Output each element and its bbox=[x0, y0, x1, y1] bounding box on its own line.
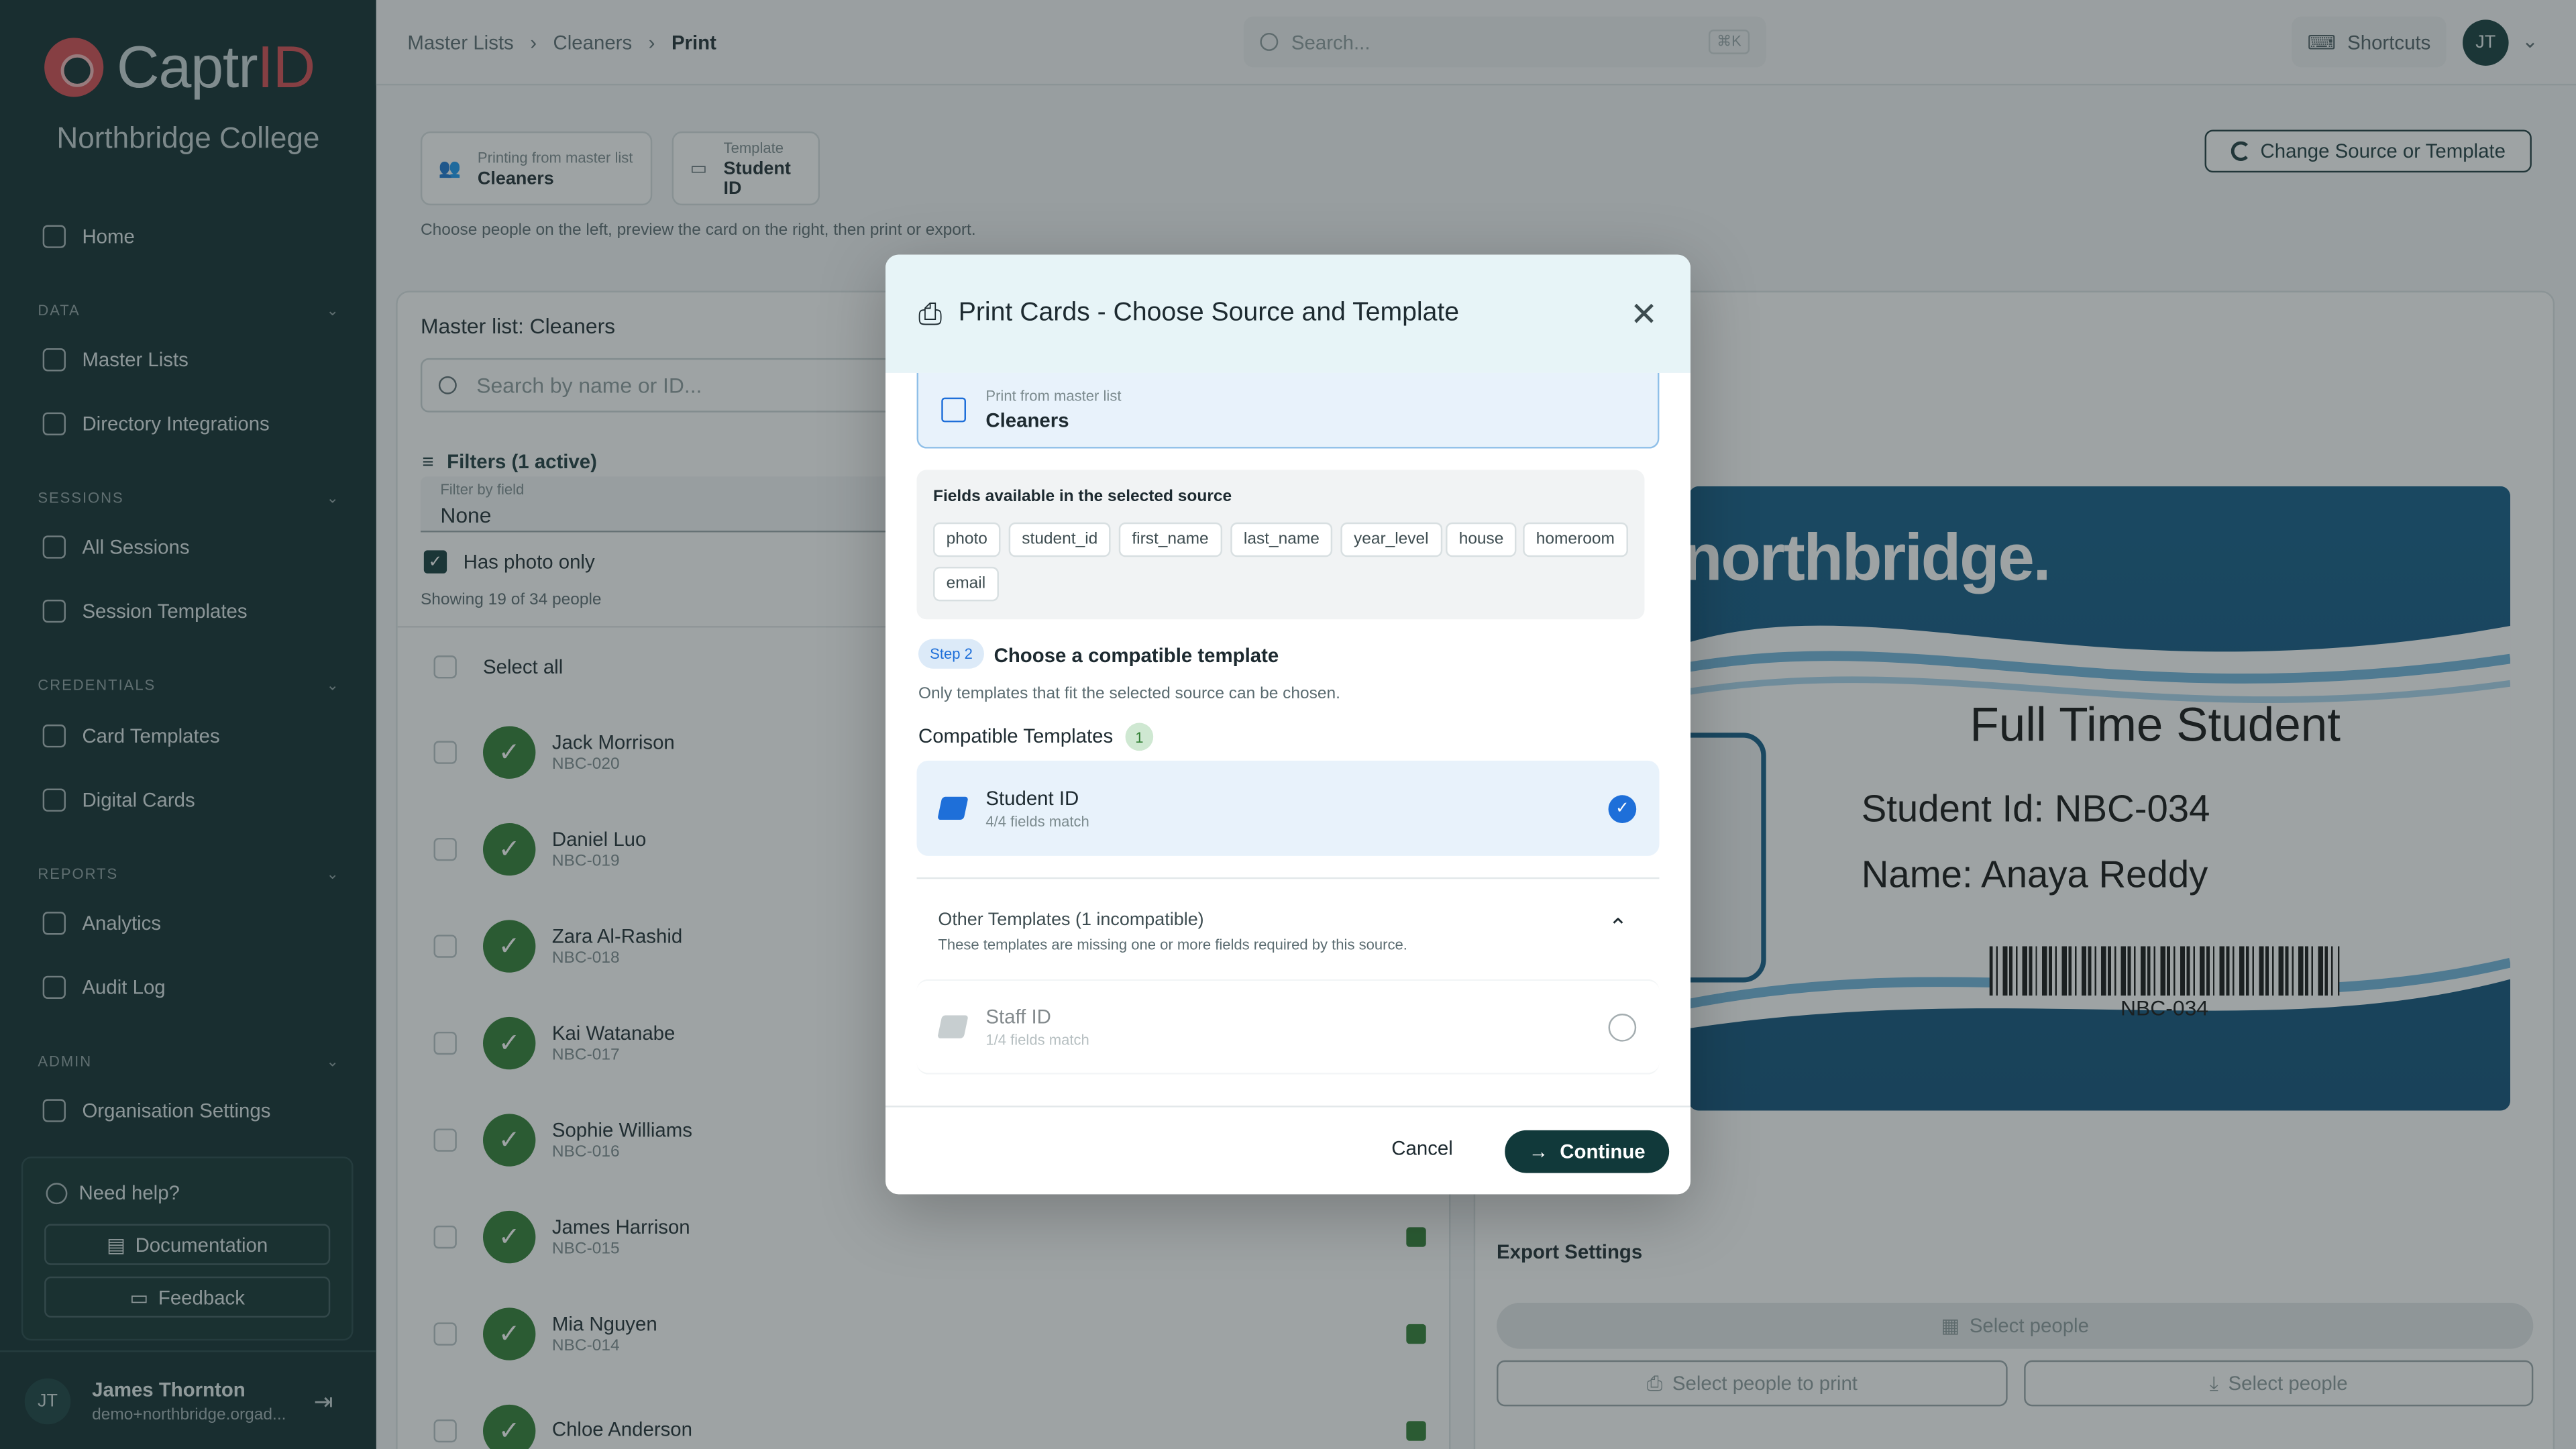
card-stack-icon bbox=[937, 1015, 969, 1038]
source-label: Print from master list bbox=[985, 387, 1122, 405]
list-icon bbox=[941, 397, 967, 423]
divider bbox=[916, 877, 1660, 879]
template-option-student-id[interactable]: Student ID 4/4 fields match ✓ bbox=[916, 760, 1660, 856]
field-tag: homeroom bbox=[1523, 522, 1628, 557]
compatible-label: Compatible Templates bbox=[918, 724, 1114, 748]
step-title: Choose a compatible template bbox=[994, 644, 1279, 667]
radio-checked-icon: ✓ bbox=[1608, 794, 1637, 822]
selected-source-card[interactable]: Print from master list Cleaners bbox=[916, 372, 1660, 449]
field-tag: year_level bbox=[1340, 522, 1442, 557]
other-templates-toggle[interactable]: Other Templates (1 incompatible) These t… bbox=[917, 894, 1660, 975]
field-tag: student_id bbox=[1008, 522, 1111, 557]
print-cards-dialog: ⎙ Print Cards - Choose Source and Templa… bbox=[885, 254, 1691, 1195]
dialog-header: ⎙ Print Cards - Choose Source and Templa… bbox=[885, 254, 1691, 373]
other-hint: These templates are missing one or more … bbox=[938, 936, 1407, 953]
radio-empty-icon bbox=[1608, 1012, 1637, 1041]
button-label: Continue bbox=[1560, 1140, 1646, 1163]
chevron-up-icon: ⌃ bbox=[1608, 913, 1628, 940]
close-icon[interactable]: ✕ bbox=[1630, 293, 1658, 334]
card-stack-icon bbox=[937, 796, 969, 820]
continue-button[interactable]: → Continue bbox=[1505, 1130, 1670, 1173]
field-tag: email bbox=[933, 566, 999, 602]
field-tag: last_name bbox=[1230, 522, 1333, 557]
step-hint: Only templates that fit the selected sou… bbox=[918, 685, 1340, 704]
template-name: Student ID bbox=[985, 787, 1079, 810]
other-title: Other Templates (1 incompatible) bbox=[938, 910, 1204, 930]
field-tag: photo bbox=[933, 522, 1001, 557]
field-tag: first_name bbox=[1118, 522, 1222, 557]
template-match: 1/4 fields match bbox=[985, 1031, 1089, 1049]
source-value: Cleaners bbox=[985, 409, 1069, 433]
template-match: 4/4 fields match bbox=[985, 813, 1089, 830]
step-badge: Step 2 bbox=[918, 639, 985, 669]
template-name: Staff ID bbox=[985, 1005, 1051, 1029]
dialog-footer-divider bbox=[885, 1106, 1691, 1108]
available-fields-panel: Fields available in the selected source … bbox=[916, 470, 1645, 620]
dialog-title: Print Cards - Choose Source and Template bbox=[958, 299, 1460, 327]
template-option-staff-id: Staff ID 1/4 fields match bbox=[916, 979, 1660, 1075]
cancel-button[interactable]: Cancel bbox=[1391, 1137, 1452, 1160]
printer-icon: ⎙ bbox=[918, 297, 943, 330]
arrow-right-icon: → bbox=[1528, 1140, 1549, 1163]
compatible-count-badge: 1 bbox=[1125, 722, 1154, 751]
field-tag: house bbox=[1446, 522, 1517, 557]
fields-title: Fields available in the selected source bbox=[933, 488, 1232, 506]
